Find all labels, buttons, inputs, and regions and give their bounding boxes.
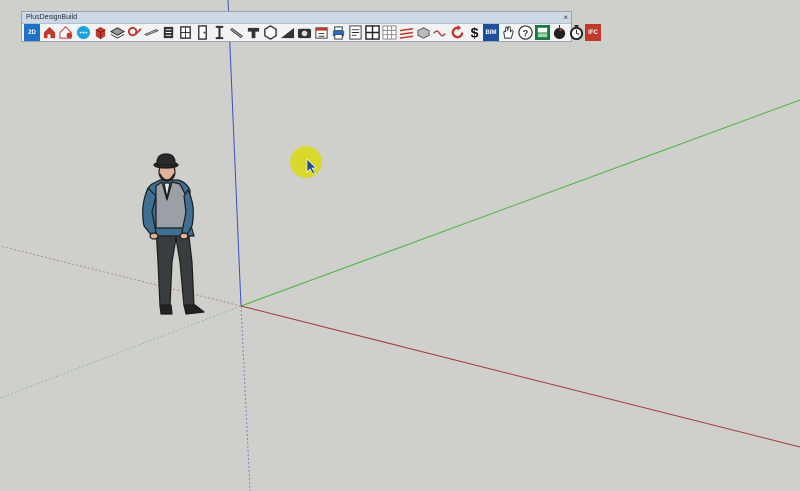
house-settings-tool[interactable] [58,24,74,41]
printer-icon [332,26,344,40]
figure-hat-crown [156,153,176,166]
door-icon [197,25,207,40]
timer-icon [569,25,583,40]
red-axis-dashed [0,245,242,307]
angle-profile-icon [247,27,259,39]
cost-tool[interactable]: $ [466,24,482,41]
rafter-tool[interactable] [228,24,244,41]
blue-axis-dashed [240,305,251,491]
dollar-icon: $ [470,25,478,40]
timer-tool[interactable] [568,24,584,41]
toolbar-title-bar[interactable]: PlusDesignBuild × [22,12,571,24]
wave-icon [432,30,446,37]
bim-tool[interactable]: BIM [483,24,499,41]
wave-tool[interactable] [432,24,448,41]
stairs-tool[interactable] [160,24,176,41]
terrain-icon [127,26,142,37]
print-tool[interactable] [330,24,346,41]
scale-figure[interactable] [142,153,205,315]
schedule-tool[interactable] [313,24,329,41]
green-axis-dashed [0,305,242,399]
figure-left-hand [149,232,159,240]
house-gear-icon [58,26,72,39]
house-icon [43,26,55,39]
rebar-icon [399,28,413,39]
figure-trousers [155,227,195,307]
layers-tool[interactable] [109,24,125,41]
toolbar-tool-row: 2D $ BIM? IFC [24,24,601,41]
plusdesignbuild-toolbar[interactable]: PlusDesignBuild × 2D $ BIM? IFC [21,11,601,42]
stairs-icon [163,26,173,39]
rafter-icon [229,27,243,39]
camera-icon [297,28,311,39]
more-tool[interactable] [75,24,91,41]
toolbar-close-button[interactable]: × [563,12,568,23]
door-tool[interactable] [194,24,210,41]
help-icon: ? [517,25,533,40]
share-tool[interactable] [534,24,550,41]
2d-badge-icon: 2D [28,29,36,36]
plank-tool[interactable] [143,24,159,41]
camera-tool[interactable] [296,24,312,41]
toolbar-title: PlusDesignBuild [26,14,77,21]
house-tool[interactable] [41,24,57,41]
grid-tool[interactable] [364,24,380,41]
hand-tool[interactable] [500,24,516,41]
more-dots-icon [76,25,90,40]
help-tool[interactable]: ? [517,24,533,41]
angle-profile-tool[interactable] [245,24,261,41]
finish-tool[interactable] [551,24,567,41]
brick-icon [416,27,430,39]
slope-icon [280,27,294,39]
sheet-icon [348,25,362,40]
grid-icon [364,25,380,40]
hand-icon [502,26,514,39]
flag-icon [553,25,565,40]
window-tool[interactable] [177,24,193,41]
2d-plans-tool[interactable]: 2D [24,24,40,41]
box-tool[interactable] [92,24,108,41]
green-axis-line [240,99,800,307]
red-box-icon [95,26,105,40]
ifc-badge-icon: IFC [588,29,598,36]
figure-left-shoe [159,304,173,315]
figure-right-shoe [183,304,205,315]
layers-icon [109,27,125,39]
share-badge-icon [534,25,550,40]
svg-text:?: ? [522,28,528,38]
figure-vest [155,181,187,229]
bim-badge-icon: BIM [485,29,497,36]
rebar-tool[interactable] [398,24,414,41]
plank-icon [143,29,159,36]
hexagon-tool[interactable] [262,24,278,41]
slope-tool[interactable] [279,24,295,41]
blue-axis-line [227,0,242,307]
brick-tool[interactable] [415,24,431,41]
window-icon [179,26,191,39]
scene-canvas[interactable] [0,0,800,491]
ifc-tool[interactable]: IFC [585,24,601,41]
red-axis-line [240,305,800,448]
model-viewport[interactable]: PlusDesignBuild × 2D $ BIM? IFC [0,0,800,491]
sheet-tool[interactable] [347,24,363,41]
calendar-icon [314,27,328,39]
cursor-highlight [290,146,322,178]
light-grid-icon [381,25,397,40]
i-beam-icon [215,25,223,40]
hexagon-icon [263,25,277,40]
refresh-tool[interactable] [449,24,465,41]
ground-tool[interactable] [126,24,142,41]
light-grid-tool[interactable] [381,24,397,41]
figure-right-hand [179,232,189,240]
svg-text:$: $ [470,25,478,40]
column-tool[interactable] [211,24,227,41]
refresh-icon [451,25,463,39]
